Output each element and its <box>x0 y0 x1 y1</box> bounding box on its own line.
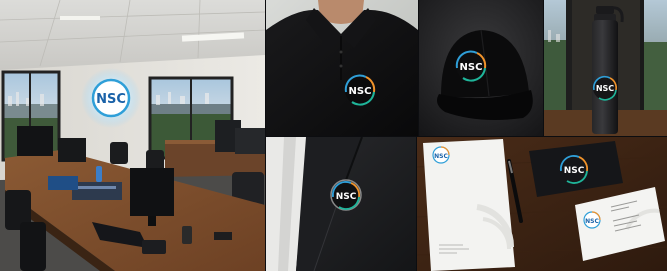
lapel-pin-logo: NSC <box>330 179 362 211</box>
bottle-logo: NSC <box>592 75 617 101</box>
cap-logo: NSC <box>455 50 487 82</box>
bottle-panel: NSC <box>544 0 667 136</box>
pin-logo-text: NSC <box>336 192 357 202</box>
black-card-logo: NSC <box>559 155 589 184</box>
polo-shirt-panel: NSC <box>266 0 418 136</box>
cap-logo-text: NSC <box>460 62 483 73</box>
brand-mockup-collage: NSC NSC NSC NSC NSC NSC NSC NSC <box>0 0 667 271</box>
polo-logo: NSC <box>344 74 376 106</box>
cap-panel: NSC <box>419 0 543 136</box>
letterhead-logo: NSC <box>432 146 450 164</box>
bottle-logo-text: NSC <box>596 84 614 93</box>
white-card-logo: NSC <box>583 211 601 229</box>
lapel-pin-panel: NSC <box>266 137 416 271</box>
letterhead-logo-text: NSC <box>434 153 448 160</box>
white-card-logo-text: NSC <box>585 218 599 225</box>
stationery-panel: NSC NSC NSC <box>417 137 667 271</box>
office-sign-logo-text: NSC <box>96 92 126 107</box>
office-panel: NSC <box>0 0 265 271</box>
polo-logo-text: NSC <box>349 86 372 97</box>
black-card-logo-text: NSC <box>564 166 585 176</box>
